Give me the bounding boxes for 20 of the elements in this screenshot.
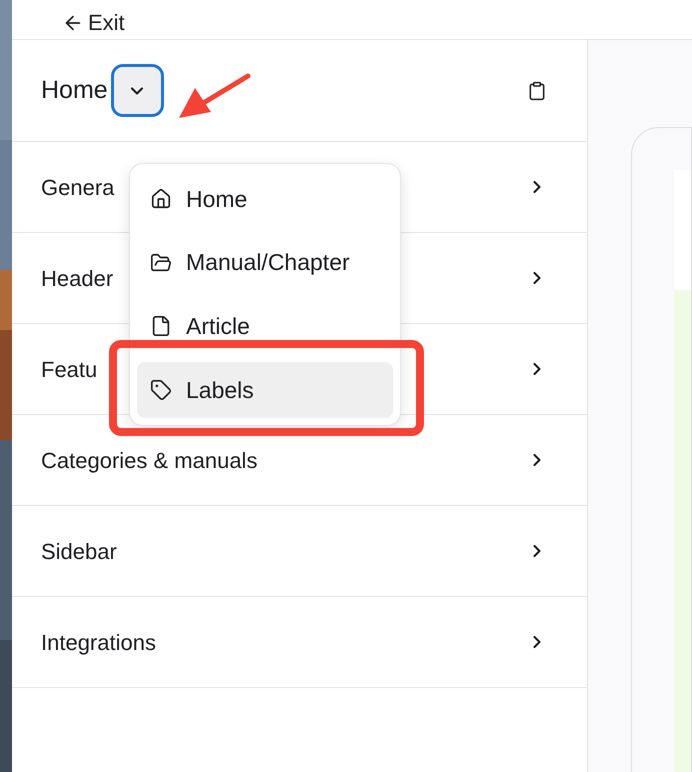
tag-icon xyxy=(150,378,172,401)
settings-row[interactable]: Integrations xyxy=(12,597,587,688)
row-label: Sidebar xyxy=(41,538,117,566)
clipboard-icon[interactable] xyxy=(527,80,547,100)
menu-item[interactable]: Manual/Chapter xyxy=(137,234,393,291)
settings-row[interactable]: Sidebar xyxy=(12,506,587,597)
file-icon xyxy=(150,315,172,338)
exit-button[interactable]: Exit xyxy=(62,6,125,39)
menu-item[interactable]: Home xyxy=(137,171,393,227)
dropdown-button[interactable] xyxy=(110,64,164,117)
panel-title: Home xyxy=(41,74,108,106)
row-label: Integrations xyxy=(41,628,156,657)
row-label: Featu xyxy=(41,356,98,384)
folder-icon xyxy=(150,252,172,274)
house-icon xyxy=(150,188,172,210)
menu-item[interactable]: Labels xyxy=(137,362,393,418)
row-label: Genera xyxy=(41,174,114,202)
row-label: Header xyxy=(41,264,114,292)
row-label: Categories & manuals xyxy=(41,446,258,475)
menu-item[interactable]: Article xyxy=(137,298,393,354)
